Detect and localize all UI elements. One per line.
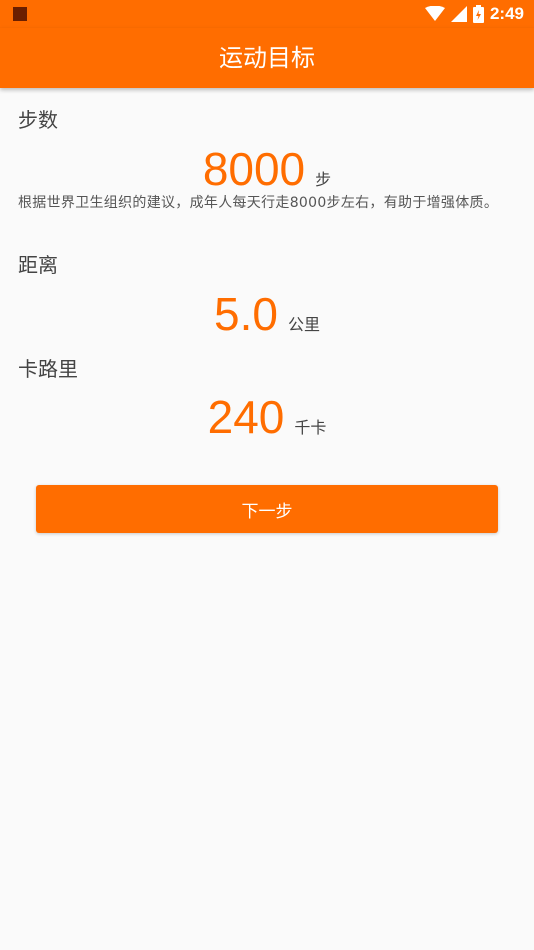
battery-icon — [472, 5, 484, 23]
calories-label: 卡路里 — [18, 357, 78, 381]
calories-unit: 千卡 — [294, 418, 327, 437]
cell-signal-icon — [450, 6, 467, 22]
app-bar: 运动目标 — [0, 28, 534, 88]
calories-value: 240 — [207, 391, 285, 443]
status-bar: 2:49 — [0, 0, 534, 28]
notification-square-icon — [13, 7, 27, 21]
steps-description: 根据世界卫生组织的建议，成年人每天行走8000步左右，有助于增强体质。 — [18, 195, 499, 211]
distance-label: 距离 — [18, 253, 58, 277]
status-time: 2:49 — [489, 4, 524, 23]
steps-unit: 步 — [315, 170, 332, 189]
distance-value: 5.0 — [214, 288, 278, 340]
wifi-icon — [424, 6, 445, 22]
distance-unit: 公里 — [287, 315, 320, 334]
steps-label: 步数 — [18, 108, 58, 132]
page-title: 运动目标 — [219, 44, 315, 72]
status-icons: 2:49 — [424, 3, 524, 25]
next-button[interactable]: 下一步 — [36, 485, 498, 533]
calories-value-row: 240 千卡 — [0, 394, 534, 440]
distance-value-row: 5.0 公里 — [0, 291, 534, 337]
steps-value-row: 8000 步 — [0, 146, 534, 192]
steps-value: 8000 — [202, 143, 306, 195]
